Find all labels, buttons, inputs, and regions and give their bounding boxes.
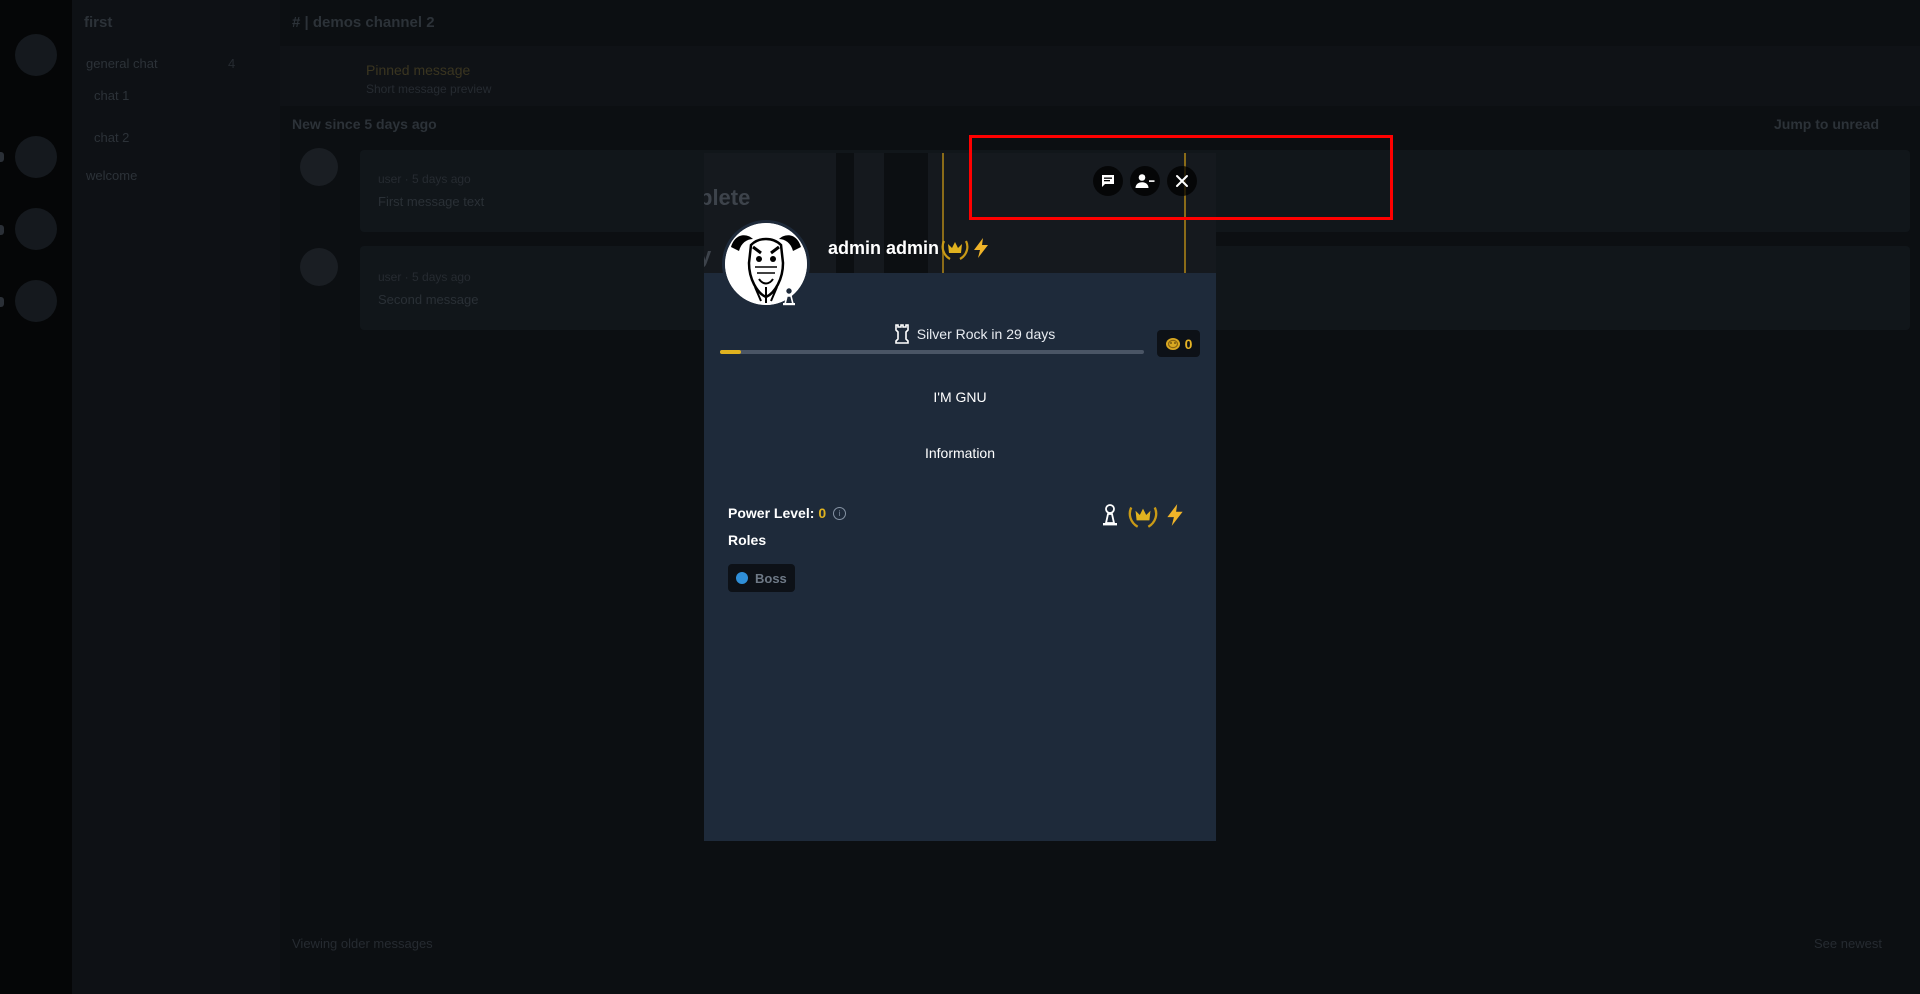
display-name: admin admin bbox=[828, 238, 940, 258]
channel-header: # | demos channel 2 bbox=[280, 0, 1920, 47]
server-icon-first[interactable] bbox=[15, 136, 57, 178]
channel-title: # | demos channel 2 bbox=[292, 14, 435, 31]
lightning-icon bbox=[1167, 504, 1183, 526]
pinned-message-bar[interactable]: Pinned message Short message preview bbox=[280, 46, 1920, 106]
information-button[interactable]: Information bbox=[900, 440, 1020, 466]
crown-laurel-icon bbox=[941, 240, 969, 260]
lightning-icon bbox=[974, 238, 988, 258]
message-button[interactable] bbox=[1093, 166, 1123, 196]
server-rail bbox=[0, 0, 72, 994]
sidebar-count: 4 bbox=[228, 56, 236, 71]
new-since-label: New since 5 days ago bbox=[292, 116, 437, 132]
sidebar-item-chat-1[interactable]: chat 1 bbox=[94, 88, 129, 103]
profile-bio: I'M GNU bbox=[933, 389, 987, 405]
jump-to-unread-button[interactable]: Jump to unread bbox=[1774, 116, 1879, 132]
see-newest-button[interactable]: See newest bbox=[1814, 936, 1882, 951]
message-icon bbox=[1102, 175, 1114, 187]
coin-icon bbox=[1165, 337, 1180, 350]
pawn-icon bbox=[1103, 504, 1117, 526]
sidebar-item-chat-2[interactable]: chat 2 bbox=[94, 130, 129, 145]
sidebar-item-general[interactable]: general chat bbox=[86, 56, 158, 71]
role-name: Boss bbox=[755, 570, 787, 586]
info-icon[interactable]: i bbox=[833, 506, 847, 520]
modal-actions bbox=[1093, 166, 1197, 196]
message-text: Second message bbox=[378, 292, 479, 307]
profile-badges bbox=[1099, 501, 1185, 529]
channel-sidebar: first ⌄ general chat 4 chat 1 chat 2 wel… bbox=[72, 0, 336, 994]
older-messages-label: Viewing older messages bbox=[292, 936, 433, 951]
role-chip[interactable]: Boss bbox=[728, 564, 795, 592]
avatar[interactable] bbox=[300, 248, 338, 286]
bottom-bar: Viewing older messages See newest bbox=[280, 930, 1920, 994]
remove-friend-button[interactable] bbox=[1130, 166, 1160, 196]
pinned-subtitle: Short message preview bbox=[366, 82, 492, 96]
banner-text: y bbox=[704, 243, 712, 268]
pinned-title: Pinned message bbox=[366, 62, 471, 78]
power-level-label: Power Level: bbox=[728, 505, 815, 521]
roles-title: Roles bbox=[728, 532, 767, 548]
name-badges bbox=[940, 235, 990, 261]
rank-row: Silver Rock in 29 days bbox=[854, 323, 1094, 345]
rook-icon bbox=[894, 324, 909, 344]
server-icon-second[interactable] bbox=[15, 208, 57, 250]
user-profile-modal: plete y admin admin Silver Rock in 29 da… bbox=[704, 153, 1216, 841]
close-icon bbox=[1176, 175, 1188, 187]
server-pip bbox=[0, 152, 4, 162]
rank-progress-bar bbox=[720, 350, 1144, 354]
power-level-value: 0 bbox=[818, 505, 827, 521]
server-name[interactable]: first bbox=[84, 14, 112, 31]
pawn-icon bbox=[780, 286, 798, 311]
avatar[interactable] bbox=[300, 148, 338, 186]
coin-count: 0 bbox=[1184, 335, 1193, 352]
close-button[interactable] bbox=[1167, 166, 1197, 196]
rank-text: Silver Rock in 29 days bbox=[916, 326, 1056, 342]
crown-laurel-icon bbox=[1128, 507, 1158, 528]
coin-balance: 0 bbox=[1157, 330, 1200, 357]
rank-progress-fill bbox=[720, 350, 742, 354]
banner-text: plete bbox=[704, 185, 751, 210]
role-color-dot bbox=[736, 572, 748, 584]
message-text: First message text bbox=[378, 194, 485, 209]
server-icon-chat[interactable] bbox=[15, 280, 57, 322]
remove-friend-icon bbox=[1135, 174, 1155, 188]
server-pip bbox=[0, 297, 4, 307]
server-pip bbox=[0, 225, 4, 235]
power-level: Power Level: 0 i bbox=[728, 505, 847, 521]
message-author: user · 5 days ago bbox=[378, 270, 471, 284]
server-icon-home[interactable] bbox=[15, 34, 57, 76]
message-author: user · 5 days ago bbox=[378, 172, 471, 186]
sidebar-item-welcome[interactable]: welcome bbox=[86, 168, 137, 183]
